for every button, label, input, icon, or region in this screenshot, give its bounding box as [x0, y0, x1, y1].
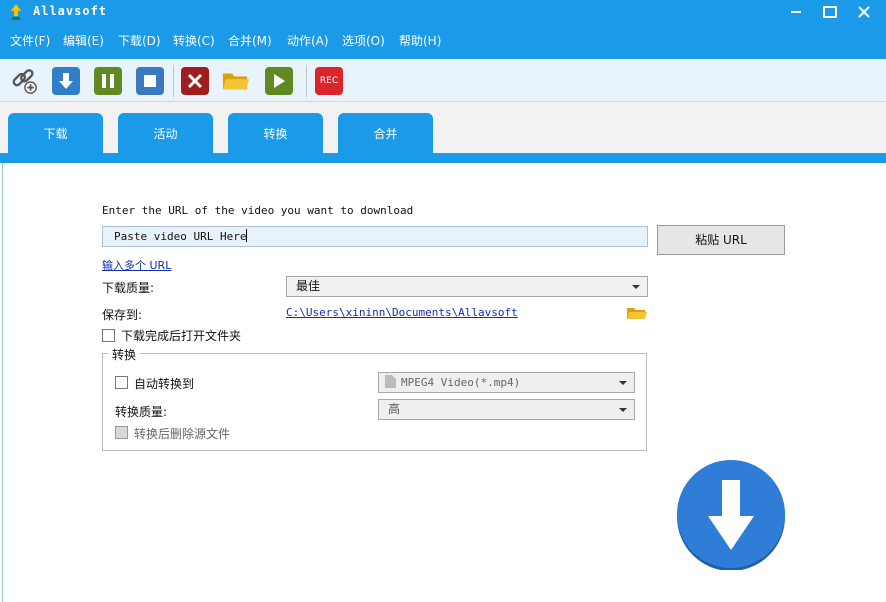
- toolbar: REC: [0, 59, 886, 102]
- maximize-button[interactable]: [813, 0, 847, 24]
- delete-icon: [187, 73, 203, 89]
- browse-folder-icon[interactable]: [627, 306, 647, 320]
- convert-format-select[interactable]: MPEG4 Video(*.mp4): [378, 372, 635, 393]
- download-icon: [59, 73, 73, 89]
- stop-icon: [144, 75, 156, 87]
- tab-label: 转换: [263, 127, 288, 141]
- auto-convert-label: 自动转换到: [134, 377, 195, 391]
- save-to-label: 保存到:: [102, 308, 143, 322]
- add-link-button[interactable]: [10, 67, 38, 95]
- play-icon: [274, 74, 285, 88]
- download-quality-select[interactable]: 最佳: [286, 276, 648, 297]
- menu-edit[interactable]: 编辑(E): [63, 32, 104, 49]
- url-input-value: Paste video URL Here: [114, 230, 247, 243]
- title-bar: Allavsoft: [0, 0, 886, 26]
- close-button[interactable]: [847, 0, 881, 24]
- video-file-icon: [385, 375, 396, 388]
- minimize-button[interactable]: [779, 0, 813, 24]
- stop-button[interactable]: [136, 67, 164, 95]
- close-icon: [858, 6, 870, 18]
- chevron-down-icon: [619, 380, 627, 385]
- play-button[interactable]: [265, 67, 293, 95]
- maximize-icon: [823, 6, 837, 18]
- delete-source-checkbox[interactable]: [115, 426, 128, 439]
- pause-button[interactable]: [94, 67, 122, 95]
- chevron-down-icon: [619, 407, 627, 412]
- url-input[interactable]: Paste video URL Here: [102, 226, 648, 247]
- convert-group-title: 转换: [108, 346, 141, 363]
- convert-quality-value: 高: [388, 402, 401, 416]
- toolbar-separator: [306, 65, 307, 97]
- start-download-button[interactable]: [676, 460, 786, 570]
- delete-source-label: 转换后删除源文件: [134, 427, 231, 441]
- download-quality-value: 最佳: [296, 279, 321, 293]
- pause-icon: [102, 74, 114, 88]
- tab-label: 下载: [43, 127, 68, 141]
- save-path-link[interactable]: C:\Users\xininn\Documents\Allavsoft: [286, 306, 518, 319]
- tab-convert[interactable]: 转换: [228, 113, 323, 154]
- add-link-icon: [12, 69, 37, 94]
- menu-convert[interactable]: 转换(C): [173, 32, 215, 49]
- window-title: Allavsoft: [33, 4, 108, 18]
- convert-quality-select[interactable]: 高: [378, 399, 635, 420]
- record-button[interactable]: REC: [315, 67, 343, 95]
- tab-label: 活动: [153, 127, 178, 141]
- app-logo-icon: [11, 4, 21, 20]
- multiple-url-link[interactable]: 输入多个 URL: [102, 257, 171, 273]
- chevron-down-icon: [632, 284, 640, 289]
- url-prompt: Enter the URL of the video you want to d…: [102, 204, 414, 217]
- menu-bar: 文件(F) 编辑(E) 下载(D) 转换(C) 合并(M) 动作(A) 选项(O…: [0, 26, 886, 59]
- open-folder-button[interactable]: [222, 67, 250, 95]
- menu-file[interactable]: 文件(F): [10, 32, 50, 49]
- convert-format-value: MPEG4 Video(*.mp4): [401, 376, 521, 389]
- paste-url-button[interactable]: 粘贴 URL: [657, 225, 785, 255]
- tab-label: 合并: [373, 127, 398, 141]
- record-icon: REC: [319, 76, 339, 86]
- menu-merge[interactable]: 合并(M): [228, 32, 272, 49]
- open-folder-checkbox-label: 下载完成后打开文件夹: [121, 329, 242, 343]
- menu-options[interactable]: 选项(O): [342, 32, 385, 49]
- text-cursor: [246, 229, 248, 242]
- minimize-icon: [791, 11, 801, 13]
- download-quality-label: 下载质量:: [102, 281, 155, 295]
- tab-merge[interactable]: 合并: [338, 113, 433, 154]
- delete-button[interactable]: [181, 67, 209, 95]
- auto-convert-checkbox[interactable]: [115, 376, 128, 389]
- menu-help[interactable]: 帮助(H): [399, 32, 441, 49]
- open-folder-icon: [222, 73, 250, 90]
- tab-underline: [0, 153, 886, 163]
- open-folder-checkbox[interactable]: [102, 329, 115, 342]
- convert-quality-label: 转换质量:: [115, 405, 168, 419]
- tab-activity[interactable]: 活动: [118, 113, 213, 154]
- toolbar-separator: [173, 65, 174, 97]
- menu-action[interactable]: 动作(A): [287, 32, 329, 49]
- menu-download[interactable]: 下载(D): [118, 32, 161, 49]
- download-button[interactable]: [52, 67, 80, 95]
